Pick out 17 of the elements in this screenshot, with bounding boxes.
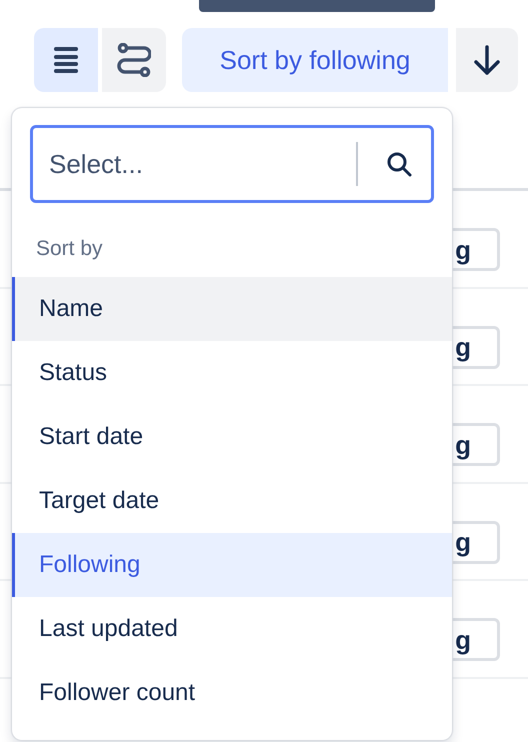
list-view-button[interactable] [34,28,98,92]
sort-direction-button[interactable] [456,28,518,92]
menu-option[interactable]: Following [12,532,452,596]
menu-option[interactable]: Start date [12,404,452,468]
menu-option[interactable]: Name [12,276,452,340]
sort-button[interactable]: Sort by following [182,28,448,92]
menu-option[interactable]: Target date [12,468,452,532]
menu-option[interactable]: Status [12,340,452,404]
list-icon [53,46,79,74]
route-view-button[interactable] [102,28,166,92]
section-heading: Sort by [36,237,103,260]
arrow-icon [472,44,502,76]
route-icon [117,43,151,77]
search-icon [386,151,412,177]
search-field[interactable]: Select... [30,125,434,203]
menu-option[interactable]: Follower count [12,660,452,724]
menu-option[interactable]: Last updated [12,596,452,660]
